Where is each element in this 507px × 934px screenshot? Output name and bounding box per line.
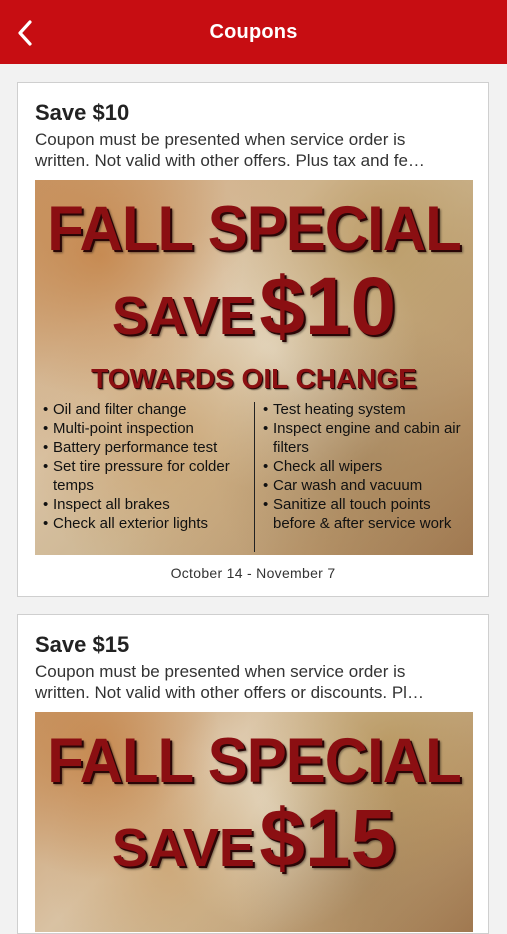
banner-services-left: Oil and filter change Multi-point inspec… (43, 400, 248, 533)
banner-subheadline: TOWARDS OIL CHANGE (91, 363, 417, 394)
service-item: Check all exterior lights (43, 514, 248, 533)
service-item: Check all wipers (263, 457, 473, 476)
coupon-title: Save $15 (35, 632, 130, 657)
coupon-banner-image: FALL SPECIAL SAVE $10 TOWARDS OIL CHANGE… (35, 180, 473, 555)
service-item: Test heating system (263, 400, 473, 419)
service-item: Multi-point inspection (43, 419, 248, 438)
banner-headline: FALL SPECIAL (47, 725, 462, 796)
service-item: Sanitize all touch points before & after… (263, 495, 473, 533)
service-item: Inspect all brakes (43, 495, 248, 514)
banner-services-right: Test heating system Inspect engine and c… (263, 400, 473, 533)
chevron-left-icon (18, 20, 32, 46)
service-item: Battery performance test (43, 438, 248, 457)
coupon-banner-image: FALL SPECIAL SAVE $15 (35, 712, 473, 932)
banner-divider (254, 402, 255, 552)
coupon-title: Save $10 (35, 100, 130, 125)
coupon-description: Coupon must be presented when service or… (35, 662, 424, 702)
banner-save-amount: SAVE $10 (111, 261, 397, 352)
coupon-card[interactable]: Save $15 Coupon must be presented when s… (17, 614, 489, 934)
page-title: Coupons (209, 20, 298, 43)
service-item: Oil and filter change (43, 400, 248, 419)
app-header: Coupons (0, 0, 507, 64)
coupon-description: Coupon must be presented when service or… (35, 130, 425, 170)
banner-save-amount: SAVE $15 (111, 793, 397, 884)
back-button[interactable] (12, 18, 38, 48)
coupon-card[interactable]: Save $10 Coupon must be presented when s… (17, 82, 489, 597)
service-item: Car wash and vacuum (263, 476, 473, 495)
service-item: Inspect engine and cabin air filters (263, 419, 473, 457)
coupon-dates: October 14 - November 7 (170, 565, 336, 581)
banner-headline: FALL SPECIAL (47, 193, 462, 264)
service-item: Set tire pressure for colder temps (43, 457, 248, 495)
